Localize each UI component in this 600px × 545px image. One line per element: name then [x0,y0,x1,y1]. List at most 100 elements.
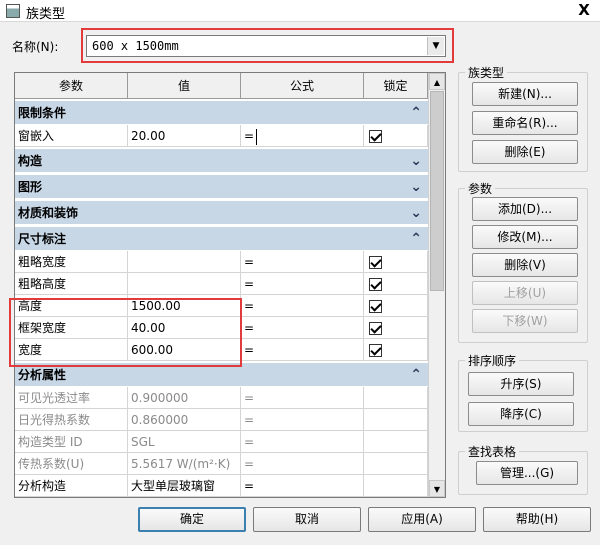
value-cell[interactable]: 5.5617 W/(m²·K) [128,453,241,475]
lock-cell [364,475,428,497]
formula-cell[interactable]: = [241,387,364,409]
help-button[interactable]: 帮助(H) [483,507,591,532]
header-formula[interactable]: 公式 [241,73,364,99]
value-cell[interactable]: 40.00 [128,317,241,339]
header-lock[interactable]: 锁定 [364,73,428,99]
value-cell[interactable]: 600.00 [128,339,241,361]
header-value[interactable]: 值 [128,73,241,99]
move-up-button[interactable]: 上移(U) [472,281,578,305]
formula-cell[interactable]: = [241,475,364,497]
grid-group-header[interactable]: 分析属性 ⌃ [15,363,428,387]
formula-cell[interactable]: = [241,317,364,339]
lock-cell [364,273,428,295]
formula-cell[interactable]: = [241,339,364,361]
name-label: 名称(N): [12,40,59,54]
table-row: 日光得热系数 0.860000 = [15,409,428,431]
name-value: 600 x 1500mm [92,39,179,53]
lock-checkbox[interactable] [369,130,382,143]
collapse-chevron-icon[interactable]: ⌃ [410,101,422,125]
manage-lookup-button[interactable]: 管理...(G) [476,461,578,485]
group-title: 限制条件 [18,106,67,120]
value-cell[interactable]: 0.900000 [128,387,241,409]
table-row: 可见光透过率 0.900000 = [15,387,428,409]
lock-checkbox[interactable] [369,278,382,291]
table-row: 宽度 600.00 = [15,339,428,361]
modify-parameter-button[interactable]: 修改(M)... [472,225,578,249]
table-row: 分析构造 大型单层玻璃窗 = [15,475,428,497]
value-cell[interactable]: 20.00 [128,125,241,147]
apply-button[interactable]: 应用(A) [368,507,476,532]
chevron-down-icon[interactable]: ▼ [427,37,444,55]
name-combobox[interactable]: 600 x 1500mm ▼ [86,35,446,57]
expand-chevron-icon[interactable]: ⌄ [410,201,422,225]
grid-group-header[interactable]: 构造 ⌄ [15,149,428,173]
scroll-down-icon[interactable]: ▼ [429,480,445,497]
parameter-name-cell: 高度 [15,295,128,317]
formula-text: = [244,413,255,427]
parameter-name-cell: 粗略宽度 [15,251,128,273]
grid-scrollbar[interactable]: ▲ ▼ [428,73,445,497]
formula-text: = [244,457,255,471]
collapse-chevron-icon[interactable]: ⌃ [410,227,422,251]
parameter-grid: 参数 值 公式 锁定 限制条件 ⌃ 窗嵌入 20.00 = 构造 ⌄ 图形 ⌄ 材质和装饰 ⌄ 尺寸标… [14,72,446,498]
value-cell[interactable] [128,273,241,295]
parameter-name-cell: 宽度 [15,339,128,361]
table-row: 框架宽度 40.00 = [15,317,428,339]
table-row: 构造类型 ID SGL = [15,431,428,453]
lock-checkbox[interactable] [369,344,382,357]
value-cell[interactable]: 0.860000 [128,409,241,431]
value-cell[interactable]: 1500.00 [128,295,241,317]
grid-group-header[interactable]: 图形 ⌄ [15,175,428,199]
grid-group-header[interactable]: 材质和装饰 ⌄ [15,201,428,225]
sort-ascending-button[interactable]: 升序(S) [468,372,574,396]
cancel-button[interactable]: 取消 [253,507,361,532]
parameter-name-cell: 窗嵌入 [15,125,128,147]
collapse-chevron-icon[interactable]: ⌃ [410,363,422,387]
group-title: 尺寸标注 [18,232,67,246]
scroll-up-icon[interactable]: ▲ [429,73,445,90]
formula-text: = [244,479,255,493]
expand-chevron-icon[interactable]: ⌄ [410,175,422,199]
lock-checkbox[interactable] [369,256,382,269]
header-parameter[interactable]: 参数 [15,73,128,99]
window-title: 族类型 [26,7,66,22]
lock-cell [364,431,428,453]
grid-group-header[interactable]: 尺寸标注 ⌃ [15,227,428,251]
formula-cell[interactable]: = [241,251,364,273]
lock-checkbox[interactable] [369,322,382,335]
formula-cell[interactable]: = [241,409,364,431]
value-cell[interactable] [128,251,241,273]
move-down-button[interactable]: 下移(W) [472,309,578,333]
formula-cell[interactable]: = [241,453,364,475]
parameter-name-cell: 框架宽度 [15,317,128,339]
value-cell[interactable]: SGL [128,431,241,453]
formula-cell[interactable]: = [241,431,364,453]
formula-text: = [244,391,255,405]
lock-checkbox[interactable] [369,300,382,313]
expand-chevron-icon[interactable]: ⌄ [410,149,422,173]
rename-type-button[interactable]: 重命名(R)... [472,111,578,135]
parameter-name-cell: 粗略高度 [15,273,128,295]
delete-parameter-button[interactable]: 删除(V) [472,253,578,277]
delete-type-button[interactable]: 删除(E) [472,140,578,164]
grid-group-header[interactable]: 限制条件 ⌃ [15,101,428,125]
formula-cell[interactable]: = [241,273,364,295]
formula-text: = [244,343,255,357]
lock-cell [364,453,428,475]
sort-descending-button[interactable]: 降序(C) [468,402,574,426]
ok-button[interactable]: 确定 [138,507,246,532]
family-types-legend: 族类型 [465,64,508,81]
formula-cell[interactable]: = [241,295,364,317]
lock-cell [364,339,428,361]
value-cell[interactable]: 大型单层玻璃窗 [128,475,241,497]
parameter-name-cell: 构造类型 ID [15,431,128,453]
formula-text: = [244,435,255,449]
formula-text: = [244,299,255,313]
new-type-button[interactable]: 新建(N)... [472,82,578,106]
parameter-name-cell: 传热系数(U) [15,453,128,475]
parameter-name-cell: 日光得热系数 [15,409,128,431]
scroll-thumb[interactable] [430,91,444,291]
formula-cell[interactable]: = [241,125,364,147]
add-parameter-button[interactable]: 添加(D)... [472,197,578,221]
close-icon[interactable]: X [574,1,594,20]
